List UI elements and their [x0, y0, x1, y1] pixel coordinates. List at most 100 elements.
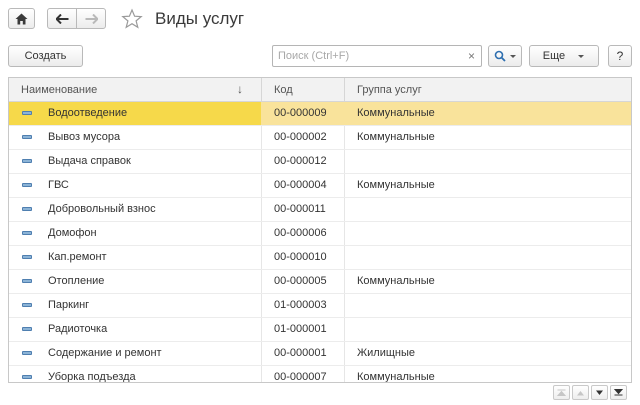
service-name: Паркинг — [48, 299, 90, 311]
table-row[interactable]: Выдача справок 00-000012 — [9, 150, 631, 174]
item-icon — [22, 375, 32, 379]
service-name: Радиоточка — [48, 323, 108, 335]
service-code: 00-000011 — [274, 203, 326, 215]
create-button-label: Создать — [24, 50, 67, 62]
column-header-group[interactable]: Группа услуг — [345, 78, 631, 102]
service-code: 00-000009 — [274, 107, 327, 119]
service-name: Уборка подъезда — [48, 371, 136, 383]
service-name: Добровольный взнос — [48, 203, 156, 215]
search-field[interactable]: × — [272, 45, 482, 67]
arrow-right-icon — [85, 13, 98, 24]
service-code: 00-000010 — [274, 251, 327, 263]
table-row[interactable]: Кап.ремонт 00-000010 — [9, 246, 631, 270]
name-cell[interactable]: ГВС — [9, 174, 261, 197]
back-button[interactable] — [47, 8, 77, 29]
last-page-button[interactable] — [610, 385, 627, 400]
item-icon — [22, 255, 32, 259]
table-row[interactable]: Радиоточка 01-000001 — [9, 318, 631, 342]
service-group: Коммунальные — [357, 131, 435, 143]
table-row[interactable]: Домофон 00-000006 — [9, 222, 631, 246]
name-cell[interactable]: Содержание и ремонт — [9, 342, 261, 365]
service-code: 00-000006 — [274, 227, 327, 239]
more-button-label: Еще — [542, 50, 566, 62]
name-cell[interactable]: Водоотведение — [9, 102, 261, 125]
home-button[interactable] — [8, 8, 35, 29]
service-code: 00-000002 — [274, 131, 327, 143]
arrow-left-icon — [55, 13, 68, 24]
item-icon — [22, 231, 32, 235]
service-code: 00-000001 — [274, 347, 327, 359]
arrow-down-icon — [596, 390, 603, 395]
table-row[interactable]: Содержание и ремонт 00-000001 Жилищные — [9, 342, 631, 366]
create-button[interactable]: Создать — [8, 45, 83, 67]
search-icon — [494, 50, 506, 62]
service-name: Отопление — [48, 275, 105, 287]
next-page-button[interactable] — [591, 385, 608, 400]
help-button[interactable]: ? — [608, 45, 632, 67]
table-row[interactable]: Добровольный взнос 00-000011 — [9, 198, 631, 222]
service-group: Жилищные — [357, 347, 416, 359]
service-name: Домофон — [48, 227, 97, 239]
service-group: Коммунальные — [357, 179, 435, 191]
table-row[interactable]: Отопление 00-000005 Коммунальные — [9, 270, 631, 294]
name-cell[interactable]: Домофон — [9, 222, 261, 245]
item-icon — [22, 303, 32, 307]
service-name: Вывоз мусора — [48, 131, 121, 143]
more-button[interactable]: Еще — [529, 45, 599, 67]
page-title: Виды услуг — [155, 9, 245, 28]
name-cell[interactable]: Отопление — [9, 270, 261, 293]
home-icon — [15, 13, 28, 24]
service-code: 01-000003 — [274, 299, 327, 311]
service-group: Коммунальные — [357, 107, 435, 119]
clear-icon[interactable]: × — [468, 49, 475, 63]
skip-to-bottom-icon — [614, 389, 623, 396]
service-code: 00-000012 — [274, 155, 327, 167]
table-row[interactable]: Паркинг 01-000003 — [9, 294, 631, 318]
service-code: 01-000001 — [274, 323, 327, 335]
table-row[interactable]: Водоотведение 00-000009 Коммунальные — [9, 102, 631, 126]
service-name: Содержание и ремонт — [48, 347, 162, 359]
service-code: 00-000007 — [274, 371, 327, 383]
forward-button[interactable] — [76, 8, 106, 29]
name-cell[interactable]: Кап.ремонт — [9, 246, 261, 269]
name-cell[interactable]: Радиоточка — [9, 318, 261, 341]
sort-down-icon[interactable]: ↓ — [237, 82, 243, 96]
item-icon — [22, 111, 32, 115]
service-group: Коммунальные — [357, 371, 435, 383]
previous-page-button[interactable] — [572, 385, 589, 400]
item-icon — [22, 279, 32, 283]
table-row[interactable]: Вывоз мусора 00-000002 Коммунальные — [9, 126, 631, 150]
table-header: Наименование ↓ Код Группа услуг — [9, 78, 631, 102]
help-label: ? — [616, 49, 624, 63]
item-icon — [22, 351, 32, 355]
name-cell[interactable]: Паркинг — [9, 294, 261, 317]
service-name: Кап.ремонт — [48, 251, 107, 263]
name-cell[interactable]: Уборка подъезда — [9, 366, 261, 383]
search-options-button[interactable] — [488, 45, 522, 67]
search-input[interactable] — [273, 46, 459, 66]
name-cell[interactable]: Выдача справок — [9, 150, 261, 173]
table-row[interactable]: ГВС 00-000004 Коммунальные — [9, 174, 631, 198]
service-name: Выдача справок — [48, 155, 131, 167]
service-name: Водоотведение — [48, 107, 128, 119]
star-icon[interactable] — [121, 8, 143, 30]
chevron-down-icon — [578, 54, 585, 58]
item-icon — [22, 207, 32, 211]
chevron-down-icon — [509, 54, 516, 58]
skip-to-top-icon — [557, 389, 566, 396]
item-icon — [22, 183, 32, 187]
table-row[interactable]: Уборка подъезда 00-000007 Коммунальные — [9, 366, 631, 383]
service-group: Коммунальные — [357, 275, 435, 287]
name-cell[interactable]: Вывоз мусора — [9, 126, 261, 149]
service-code: 00-000005 — [274, 275, 327, 287]
item-icon — [22, 327, 32, 331]
column-header-name[interactable]: Наименование — [9, 78, 261, 102]
services-table: Наименование ↓ Код Группа услуг Водоотве… — [8, 77, 632, 383]
first-page-button[interactable] — [553, 385, 570, 400]
service-name: ГВС — [48, 179, 69, 191]
name-cell[interactable]: Добровольный взнос — [9, 198, 261, 221]
item-icon — [22, 159, 32, 163]
column-header-code[interactable]: Код — [262, 78, 344, 102]
item-icon — [22, 135, 32, 139]
arrow-up-icon — [577, 390, 584, 395]
